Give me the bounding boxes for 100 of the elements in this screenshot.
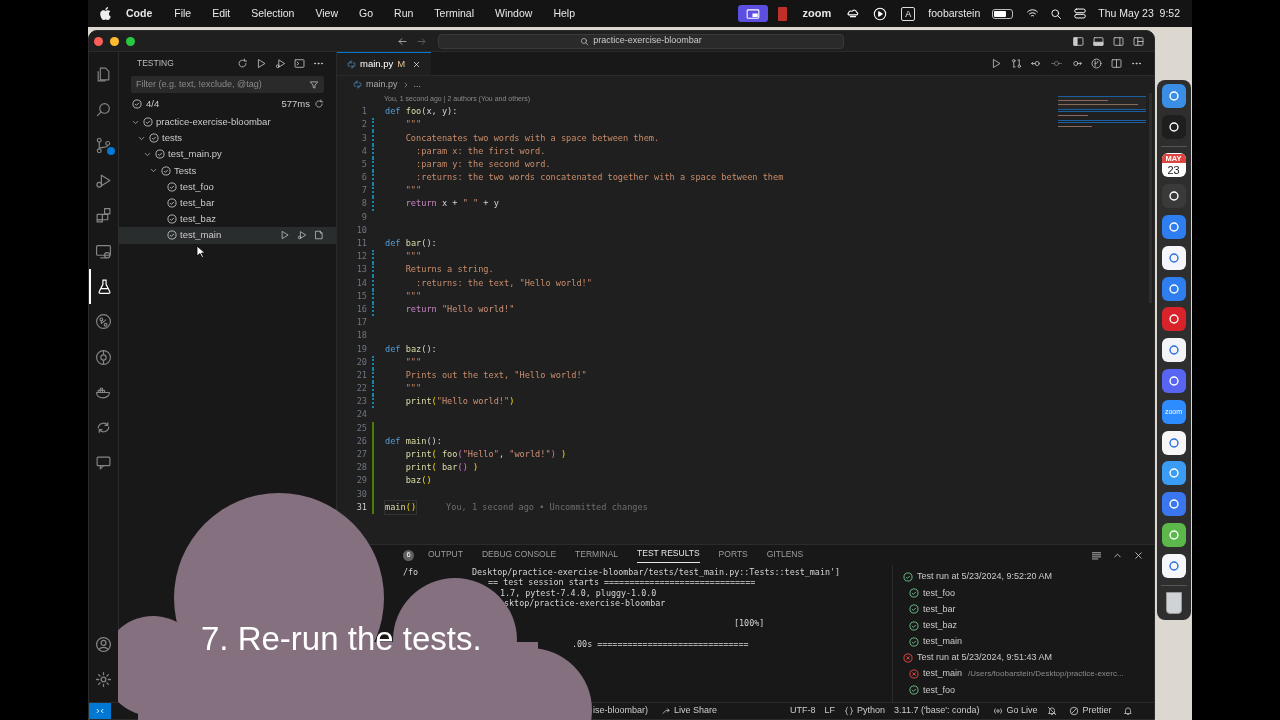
dock-app-icon[interactable]: [1161, 307, 1186, 332]
test-result-item[interactable]: test_main: [903, 633, 1154, 650]
status-item[interactable]: 3.11.7 ('base': conda): [894, 704, 980, 718]
play-circle-icon[interactable]: [873, 6, 888, 21]
test-result-item[interactable]: test_foo: [903, 682, 1154, 699]
debug-test-icon[interactable]: [297, 230, 307, 241]
filter-field[interactable]: Filter (e.g. text, !exclude, @tag): [131, 76, 324, 93]
status-item[interactable]: LF: [824, 704, 836, 718]
menu-item[interactable]: Help: [553, 5, 575, 22]
test-tree-item[interactable]: test_foo: [119, 178, 336, 195]
panel-tab[interactable]: TEST RESULTS: [637, 547, 700, 563]
toggle-secondary-sidebar-icon[interactable]: [1113, 35, 1124, 47]
test-run-item[interactable]: Test run at 5/23/2024, 9:52:20 AM: [903, 569, 1154, 586]
go-to-test-icon[interactable]: [314, 230, 324, 241]
test-tree-item[interactable]: test_main: [119, 227, 336, 244]
panel-tab[interactable]: GITLENS: [766, 547, 804, 563]
commit-icon[interactable]: [1051, 58, 1062, 69]
menu-item[interactable]: View: [315, 5, 339, 22]
search-icon[interactable]: [1050, 7, 1063, 20]
customize-layout-icon[interactable]: [1133, 35, 1144, 47]
test-result-item[interactable]: test_main /Users/foobarstein/Desktop/practice-exerc...: [903, 666, 1154, 683]
test-tree-item[interactable]: test_main.py: [119, 146, 336, 163]
close-icon[interactable]: [412, 59, 422, 69]
test-tree-item[interactable]: practice-exercise-bloombar: [119, 114, 336, 131]
previous-change-icon[interactable]: [1031, 58, 1042, 69]
test-tree-item[interactable]: test_baz: [119, 211, 336, 228]
remote-indicator[interactable]: [89, 703, 111, 719]
input-source-menu[interactable]: A: [901, 6, 916, 21]
dock-app-icon[interactable]: [1161, 276, 1186, 301]
dock-app-icon[interactable]: [1161, 215, 1186, 239]
notifications-icon[interactable]: [1123, 706, 1134, 716]
dock-app-icon[interactable]: [1161, 338, 1186, 363]
split-editor-icon[interactable]: [1111, 58, 1122, 69]
menu-item[interactable]: Edit: [212, 5, 231, 22]
compare-changes-icon[interactable]: [1011, 58, 1022, 69]
menu-item[interactable]: Window: [495, 5, 533, 22]
panel-tab[interactable]: OUTPUT: [428, 547, 463, 563]
menu-item[interactable]: Go: [359, 5, 374, 22]
back-arrow-icon[interactable]: [397, 35, 408, 47]
toggle-panel-icon[interactable]: [1093, 35, 1104, 47]
dock-app-icon[interactable]: [1161, 430, 1186, 455]
dock-app-icon[interactable]: [1161, 492, 1186, 517]
status-item[interactable]: Live Share: [661, 704, 718, 718]
test-run-item[interactable]: Test run at 5/23/2024, 9:51:43 AM: [903, 649, 1154, 667]
run-test-icon[interactable]: [280, 230, 290, 241]
user-menu[interactable]: foobarstein: [928, 5, 981, 22]
dock-app-icon[interactable]: [1161, 553, 1186, 578]
dock-app-icon[interactable]: [1161, 184, 1186, 209]
panel-menu-icon[interactable]: [1091, 549, 1102, 561]
test-tree-item[interactable]: test_bar: [119, 194, 336, 212]
dock-app-icon[interactable]: [1161, 245, 1186, 270]
no-bell-icon[interactable]: [1047, 706, 1058, 716]
test-tree-item[interactable]: Tests: [119, 162, 336, 179]
breadcrumb-item[interactable]: main.py: [366, 77, 398, 92]
settings-icon[interactable]: [95, 671, 112, 688]
terminal-icon[interactable]: [294, 57, 305, 69]
editor-tab[interactable]: main.py M: [337, 52, 432, 75]
status-item[interactable]: Go Live: [993, 704, 1038, 718]
battery-icon[interactable]: [992, 8, 1014, 19]
dock-app-icon[interactable]: [1161, 114, 1186, 139]
dock-app-icon[interactable]: [1161, 368, 1186, 393]
next-change-icon[interactable]: [1071, 58, 1082, 69]
test-result-item[interactable]: test_baz: [903, 617, 1154, 634]
filter-icon[interactable]: [309, 79, 319, 90]
dock-app-icon[interactable]: [1161, 84, 1186, 108]
wifi-icon[interactable]: [1025, 7, 1041, 20]
close-panel-icon[interactable]: [1133, 549, 1144, 561]
toggle-sidebar-icon[interactable]: [1073, 35, 1084, 47]
status-item[interactable]: UTF-8: [790, 704, 816, 718]
minimize-window-button[interactable]: [110, 36, 119, 46]
zoom-window-button[interactable]: [126, 36, 135, 46]
breadcrumb-item[interactable]: ...: [413, 77, 422, 92]
dock-app-icon[interactable]: [1161, 461, 1186, 486]
debug-tests-icon[interactable]: [275, 57, 286, 69]
screen-share-icon[interactable]: [737, 5, 768, 22]
trash-icon[interactable]: [1165, 592, 1182, 615]
status-item[interactable]: ise-bloombar): [593, 704, 649, 718]
menu-item[interactable]: File: [174, 5, 192, 22]
control-center-icon[interactable]: [1072, 7, 1089, 20]
menu-bar-clock[interactable]: Thu May 23 9:52: [1098, 5, 1180, 22]
app-menu[interactable]: Code: [126, 5, 153, 22]
panel-tab[interactable]: TERMINAL: [575, 547, 619, 563]
record-icon[interactable]: [777, 6, 787, 21]
status-item[interactable]: Python: [844, 704, 886, 718]
status-item[interactable]: Prettier: [1069, 704, 1112, 718]
gitlens-inspect-icon[interactable]: [1091, 58, 1102, 69]
zoom-menu-item[interactable]: zoom: [802, 5, 832, 22]
menu-item[interactable]: Selection: [251, 5, 295, 22]
run-all-tests-icon[interactable]: [256, 57, 267, 69]
command-center-search[interactable]: practice-exercise-bloombar: [438, 33, 844, 49]
menu-item[interactable]: Terminal: [434, 5, 474, 22]
test-result-item[interactable]: test_foo: [903, 585, 1154, 602]
panel-tab[interactable]: DEBUG CONSOLE: [481, 547, 557, 563]
test-result-item[interactable]: test_bar: [903, 601, 1154, 618]
close-window-button[interactable]: [94, 36, 103, 46]
refresh-icon[interactable]: [237, 57, 248, 69]
test-tree-item[interactable]: tests: [119, 130, 336, 147]
rerun-icon[interactable]: [314, 99, 324, 109]
apple-logo-icon[interactable]: [100, 7, 111, 20]
panel-tab[interactable]: PORTS: [718, 547, 748, 563]
